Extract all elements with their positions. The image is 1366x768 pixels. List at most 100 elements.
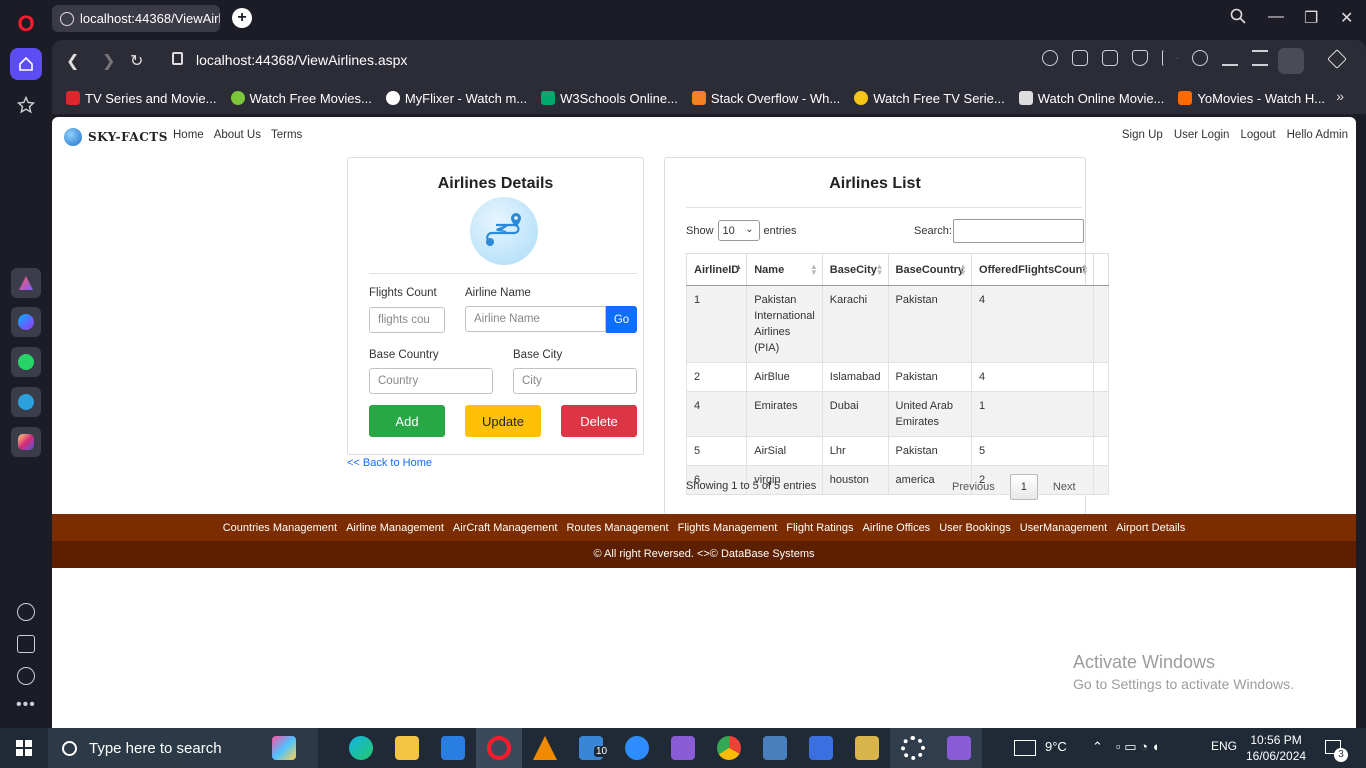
footer-link[interactable]: AirCraft Management <box>453 522 558 534</box>
chrome-icon[interactable] <box>717 736 741 760</box>
footer-link[interactable]: Airline Offices <box>863 522 931 534</box>
download-icon[interactable] <box>1222 50 1238 66</box>
edit-icon[interactable] <box>1072 50 1088 66</box>
menu-icon[interactable] <box>1252 50 1268 66</box>
bookmark-item[interactable]: YoMovies - Watch H... <box>1178 91 1325 106</box>
store-icon[interactable] <box>441 736 465 760</box>
visual-studio-icon[interactable] <box>671 736 695 760</box>
search-page-icon[interactable] <box>1042 50 1058 66</box>
network-app-icon[interactable] <box>763 736 787 760</box>
column-header-basecity[interactable]: BaseCity ▲ ▼ <box>821 253 889 286</box>
minimize-icon[interactable]: — <box>1268 8 1284 26</box>
table-row[interactable]: 1 Pakistan International Airlines (PIA) … <box>685 285 1109 363</box>
more-icon[interactable]: ••• <box>16 696 36 714</box>
table-row[interactable]: 5 AirSial Lhr Pakistan 5 <box>685 436 1109 466</box>
footer-link[interactable]: Flights Management <box>678 522 778 534</box>
tab-active[interactable]: localhost:44368/ViewAirlin <box>52 5 220 32</box>
search-tabs-icon[interactable] <box>1230 8 1246 29</box>
player-icon[interactable] <box>17 603 35 621</box>
footer-link[interactable]: Routes Management <box>566 522 668 534</box>
forward-icon[interactable]: ❯ <box>102 51 115 71</box>
column-header-basecountry[interactable]: BaseCountry ▲ ▼ <box>887 253 973 286</box>
base-country-input[interactable]: Country <box>369 368 493 394</box>
send-icon[interactable] <box>1162 50 1178 66</box>
shield-icon[interactable] <box>1132 50 1148 66</box>
add-button[interactable]: Add <box>369 405 445 437</box>
base-city-input[interactable]: City <box>513 368 637 394</box>
bookmark-item[interactable]: Watch Free TV Serie... <box>854 91 1005 106</box>
bookmark-item[interactable]: Watch Free Movies... <box>230 91 372 106</box>
restore-icon[interactable]: ❐ <box>1304 8 1318 28</box>
bookmark-item[interactable]: TV Series and Movie... <box>66 91 217 106</box>
tray-icons[interactable]: ▫ ▭ ◔ ◖ <box>1116 739 1159 755</box>
page-length-select[interactable]: 10 ⌄ <box>717 220 760 241</box>
reload-icon[interactable]: ↻ <box>130 51 143 71</box>
column-header-name[interactable]: Name ▲ ▼ <box>746 253 823 286</box>
nav-terms[interactable]: Terms <box>271 129 302 141</box>
language[interactable]: ENG <box>1211 739 1237 753</box>
clock[interactable]: 10:56 PM 16/06/2024 <box>1246 732 1306 764</box>
home-icon[interactable] <box>10 48 42 80</box>
bookmark-item[interactable]: MyFlixer - Watch m... <box>385 91 527 106</box>
instagram-icon[interactable] <box>11 427 41 457</box>
opera-logo-icon[interactable]: O <box>10 8 42 40</box>
go-button[interactable]: Go <box>606 306 637 333</box>
camera-icon[interactable] <box>1102 50 1118 66</box>
nav-hello-admin[interactable]: Hello Admin <box>1287 129 1348 141</box>
nav-user-login[interactable]: User Login <box>1174 129 1230 141</box>
bookmark-item[interactable]: Stack Overflow - Wh... <box>691 91 840 106</box>
search-input[interactable] <box>952 219 1084 243</box>
back-icon[interactable]: ❮ <box>66 51 79 71</box>
footer-link[interactable]: Airport Details <box>1116 522 1185 534</box>
nav-about-us[interactable]: About Us <box>214 129 261 141</box>
settings-icon[interactable] <box>901 736 925 760</box>
weather-icon[interactable] <box>1014 740 1036 756</box>
next-button[interactable]: Next <box>1045 475 1084 499</box>
previous-button[interactable]: Previous <box>944 475 1003 499</box>
zoom-icon[interactable] <box>625 736 649 760</box>
nav-home[interactable]: Home <box>173 129 204 141</box>
column-header-offeredflightscount[interactable]: OfferedFlightsCount ▲ ▼ <box>971 253 1094 286</box>
bookmark-item[interactable]: Watch Online Movie... <box>1018 91 1164 106</box>
chevron-up-icon[interactable]: ⌃ <box>1092 739 1103 755</box>
footer-link[interactable]: UserManagement <box>1020 522 1107 534</box>
table-row[interactable]: 4 Emirates Dubai United Arab Emirates 1 <box>685 391 1109 437</box>
nav-logout[interactable]: Logout <box>1240 129 1275 141</box>
heart-icon[interactable] <box>17 635 35 653</box>
footer-link[interactable]: Flight Ratings <box>786 522 853 534</box>
nav-sign-up[interactable]: Sign Up <box>1122 129 1163 141</box>
close-icon[interactable]: ✕ <box>1340 8 1353 28</box>
edge-icon[interactable] <box>349 736 373 760</box>
site-brand[interactable]: SKY-FACTS <box>64 128 168 146</box>
bookmark-item[interactable]: W3Schools Online... <box>541 91 678 106</box>
airline-name-input[interactable]: Airline Name <box>465 306 606 332</box>
footer-link[interactable]: User Bookings <box>939 522 1011 534</box>
opera-taskbar-icon[interactable] <box>487 736 511 760</box>
flights-count-input[interactable]: flights cou <box>369 307 445 333</box>
visual-studio-2-icon[interactable] <box>947 736 971 760</box>
extensions-icon[interactable] <box>1327 49 1347 69</box>
heart-toolbar-icon[interactable] <box>1192 50 1208 66</box>
widgets-icon[interactable] <box>272 736 296 760</box>
whatsapp-icon[interactable] <box>11 347 41 377</box>
url-field[interactable]: localhost:44368/ViewAirlines.aspx <box>196 52 407 68</box>
delete-button[interactable]: Delete <box>561 405 637 437</box>
temperature[interactable]: 9°C <box>1045 739 1067 754</box>
profile-icon[interactable] <box>1278 48 1304 74</box>
back-to-home-link[interactable]: << Back to Home <box>347 457 432 469</box>
star-icon[interactable] <box>10 89 42 121</box>
file-explorer-icon[interactable] <box>395 736 419 760</box>
footer-link[interactable]: Airline Management <box>346 522 444 534</box>
new-tab-icon[interactable]: + <box>232 8 252 28</box>
messenger-icon[interactable] <box>11 307 41 337</box>
aria-icon[interactable] <box>11 268 41 298</box>
update-button[interactable]: Update <box>465 405 541 437</box>
vlc-icon[interactable] <box>533 736 557 760</box>
tools-icon[interactable] <box>855 736 879 760</box>
windows-start-icon[interactable] <box>16 740 32 756</box>
telegram-icon[interactable] <box>11 387 41 417</box>
column-header-airlineid[interactable]: AirlineID ▲ <box>685 253 748 286</box>
footer-link[interactable]: Countries Management <box>223 522 337 534</box>
table-row[interactable]: 2 AirBlue Islamabad Pakistan 4 <box>685 362 1109 392</box>
history-icon[interactable] <box>17 667 35 685</box>
